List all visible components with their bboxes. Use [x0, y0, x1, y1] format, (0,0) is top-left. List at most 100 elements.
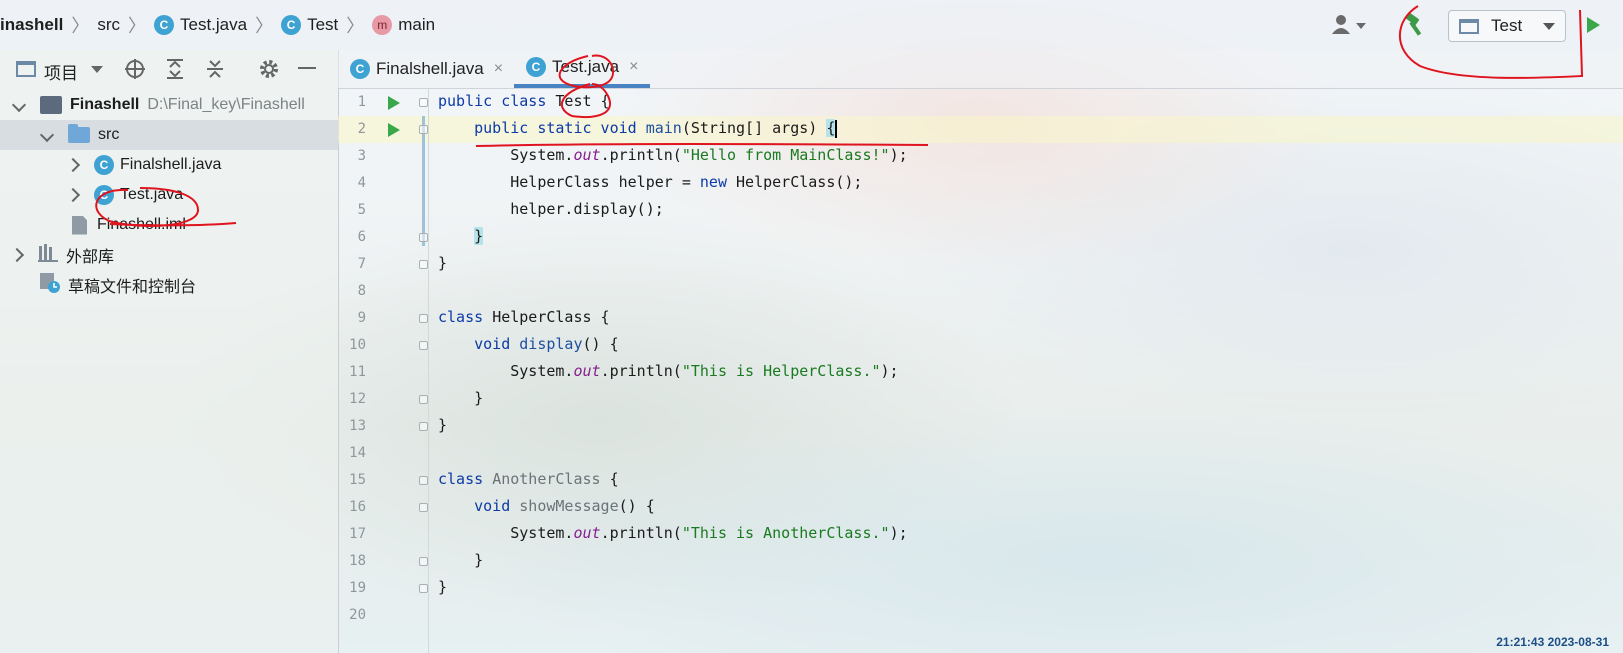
folder-icon: [40, 96, 62, 114]
run-configuration-label: Test: [1491, 16, 1523, 35]
project-root-path: D:\Final_key\Finashell: [147, 96, 305, 113]
code-text: }: [438, 389, 484, 407]
fold-marker-icon[interactable]: [419, 395, 428, 404]
build-hammer-icon[interactable]: [1402, 12, 1428, 38]
close-icon[interactable]: ×: [494, 60, 503, 78]
breadcrumb-separator: 〉: [255, 16, 274, 36]
tree-item-finalshell-java[interactable]: C Finalshell.java: [65, 150, 221, 180]
expand-all-icon[interactable]: [165, 58, 185, 85]
code-line: class HelperClass {: [438, 304, 610, 331]
navigation-bar: inashell 〉 src 〉 C Test.java 〉 C Test 〉 …: [0, 0, 1623, 50]
chevron-down-icon[interactable]: [11, 97, 27, 113]
fold-marker-icon[interactable]: [419, 314, 428, 323]
fold-marker-icon[interactable]: [419, 422, 428, 431]
scratch-icon: [40, 272, 60, 298]
breadcrumb-class[interactable]: Test: [307, 15, 338, 35]
fold-marker-icon[interactable]: [419, 125, 428, 134]
chevron-down-icon[interactable]: [39, 127, 55, 143]
tree-item-iml[interactable]: Finashell.iml: [72, 210, 186, 240]
line-number: 6: [357, 229, 366, 245]
close-icon[interactable]: ×: [629, 58, 638, 76]
tab-label: Test.java: [552, 57, 620, 76]
run-icon[interactable]: [388, 96, 400, 110]
code-line: }: [438, 223, 484, 250]
tree-item-src[interactable]: src: [0, 120, 338, 150]
line-number: 19: [349, 580, 366, 596]
breadcrumb-method[interactable]: main: [398, 15, 435, 35]
project-view-label[interactable]: 项目: [44, 59, 78, 84]
line-number: 14: [349, 445, 366, 461]
class-icon: C: [526, 57, 546, 77]
tab-test-java[interactable]: C Test.java ×: [514, 50, 651, 88]
tab-finalshell-java[interactable]: C Finalshell.java ×: [338, 50, 515, 88]
chevron-right-icon[interactable]: [65, 187, 81, 203]
project-root-name: Finashell: [70, 96, 140, 113]
code-text: System.: [438, 524, 574, 542]
unused-method-name: showMessage: [519, 497, 619, 515]
tree-item-test-java[interactable]: C Test.java: [65, 180, 183, 210]
code-text: );: [889, 146, 908, 164]
tree-item-external-libraries[interactable]: 外部库: [9, 240, 115, 270]
fold-marker-icon[interactable]: [419, 341, 428, 350]
locate-icon[interactable]: [124, 58, 146, 85]
tab-label: Finalshell.java: [376, 59, 484, 78]
library-icon: [38, 243, 58, 267]
editor-gutter: 1 2 3 4 5 6 7 8 9 10 11 12 13 14 15 16 1…: [338, 88, 429, 653]
tree-item-scratches[interactable]: 草稿文件和控制台: [40, 270, 196, 300]
keyword: void: [474, 497, 520, 515]
breadcrumb-project[interactable]: inashell: [0, 15, 63, 35]
code-line: System.out.println("Hello from MainClass…: [438, 142, 908, 169]
code-text: HelperClass();: [727, 173, 863, 191]
keyword: class: [438, 308, 493, 326]
string-literal: "This is HelperClass.": [681, 362, 881, 380]
fold-marker-icon[interactable]: [419, 233, 428, 242]
keyword: class: [438, 470, 493, 488]
src-label: src: [98, 126, 120, 143]
code-text: }: [438, 551, 484, 569]
line-number: 5: [357, 202, 366, 218]
minimize-icon[interactable]: [298, 67, 316, 69]
method-name: display: [519, 335, 583, 353]
tree-item-project-root[interactable]: Finashell D:\Final_key\Finashell: [11, 90, 336, 120]
fold-marker-icon[interactable]: [419, 98, 428, 107]
run-configuration-select[interactable]: Test: [1448, 10, 1566, 42]
method-icon: m: [372, 15, 393, 35]
collapse-all-icon[interactable]: [205, 58, 225, 85]
code-text: System.: [438, 362, 574, 380]
chevron-right-icon[interactable]: [9, 247, 25, 263]
line-number: 10: [349, 337, 366, 353]
breadcrumb-src[interactable]: src: [97, 15, 120, 35]
string-literal: "Hello from MainClass!": [681, 146, 890, 164]
code-line: helper.display();: [438, 196, 664, 223]
run-icon[interactable]: [388, 123, 400, 137]
line-number: 15: [349, 472, 366, 488]
folder-icon: [68, 124, 90, 143]
method-name: main: [645, 119, 682, 137]
gear-icon[interactable]: [257, 57, 281, 86]
project-toolbar: 项目: [0, 50, 338, 88]
fold-marker-icon[interactable]: [419, 584, 428, 593]
chevron-down-icon[interactable]: [91, 66, 103, 73]
line-number: 4: [357, 175, 366, 191]
class-name: Test: [555, 92, 592, 110]
field: out: [573, 362, 601, 380]
code-line: void showMessage() {: [438, 493, 655, 520]
code-line: }: [438, 385, 483, 412]
fold-marker-icon[interactable]: [419, 557, 428, 566]
code-text: .println(: [600, 362, 682, 380]
run-icon[interactable]: [1587, 17, 1600, 33]
chevron-right-icon[interactable]: [65, 157, 81, 173]
code-text: (String[] args): [681, 119, 827, 137]
code-line: }: [438, 547, 483, 574]
fold-marker-icon[interactable]: [419, 503, 428, 512]
fold-marker-icon[interactable]: [419, 476, 428, 485]
code-text: .println(: [600, 146, 682, 164]
code-line: System.out.println("This is AnotherClass…: [438, 520, 907, 547]
unused-class-name: AnotherClass: [492, 470, 601, 488]
string-literal: "This is AnotherClass.": [681, 524, 890, 542]
external-libraries-label: 外部库: [66, 249, 115, 266]
user-icon[interactable]: [1332, 14, 1368, 36]
breadcrumb-file[interactable]: Test.java: [180, 15, 247, 35]
fold-marker-icon[interactable]: [419, 260, 428, 269]
